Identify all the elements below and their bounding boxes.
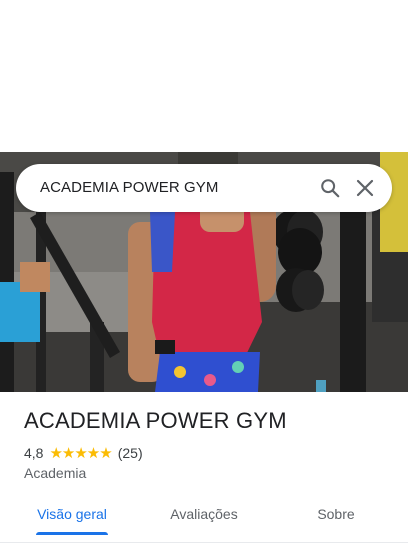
review-count[interactable]: (25) bbox=[118, 445, 143, 461]
blank-area bbox=[0, 0, 408, 152]
close-icon[interactable] bbox=[353, 176, 377, 200]
search-query-text[interactable]: ACADEMIA POWER GYM bbox=[40, 164, 219, 212]
place-tabs: Visão geral Avaliações Sobre bbox=[0, 494, 408, 538]
active-tab-indicator bbox=[36, 532, 108, 535]
place-category: Academia bbox=[24, 465, 87, 481]
rating-row[interactable]: 4,8 ★★★★★ (25) bbox=[24, 444, 143, 462]
tab-about[interactable]: Sobre bbox=[290, 494, 382, 534]
place-title: ACADEMIA POWER GYM bbox=[24, 408, 287, 433]
rating-value: 4,8 bbox=[24, 445, 44, 461]
tabs-divider bbox=[0, 542, 408, 543]
tab-overview[interactable]: Visão geral bbox=[24, 494, 120, 534]
tab-reviews[interactable]: Avaliações bbox=[156, 494, 252, 534]
rating-stars: ★★★★★ bbox=[49, 445, 112, 462]
search-icon[interactable] bbox=[318, 176, 342, 200]
search-bar[interactable]: ACADEMIA POWER GYM bbox=[16, 164, 392, 212]
